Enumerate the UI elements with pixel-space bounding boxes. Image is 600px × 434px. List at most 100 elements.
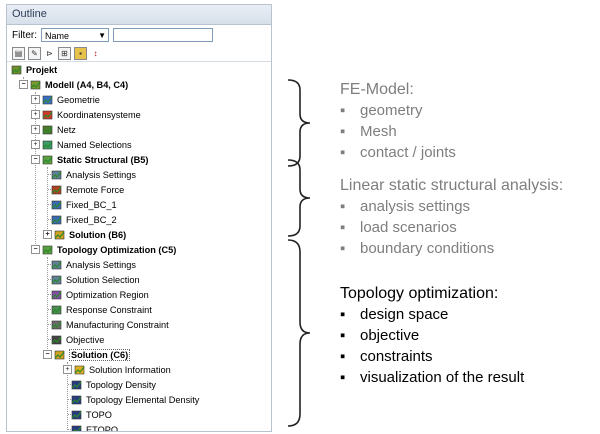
- bullet: ▪: [340, 123, 346, 140]
- tree-node-label: Objective: [66, 334, 105, 345]
- tree-node[interactable]: Solution Selection: [51, 272, 140, 287]
- group-fe-model: FE-Model: ▪ geometry ▪ Mesh ▪ contact / joi…: [340, 80, 456, 163]
- tree-node[interactable]: + Netz: [31, 122, 76, 137]
- properties-icon[interactable]: ✎: [28, 46, 41, 60]
- tree-node[interactable]: Optimization Region: [51, 287, 149, 302]
- bullet: ▪: [340, 240, 346, 257]
- expand-toggle-icon[interactable]: +: [31, 110, 40, 119]
- expand-toggle-icon[interactable]: +: [31, 125, 40, 134]
- objective-icon: [51, 334, 63, 345]
- brace-topology: [284, 238, 314, 428]
- list-item: ▪ objective: [340, 327, 420, 344]
- expand-icon[interactable]: ⊳: [44, 48, 55, 59]
- tree-node[interactable]: Response Constraint: [51, 302, 152, 317]
- tree-node[interactable]: Projekt: [11, 62, 57, 77]
- filter-label: Filter:: [12, 29, 37, 41]
- tree-node[interactable]: + Koordinatensysteme: [31, 107, 141, 122]
- tree-node[interactable]: TOPO: [71, 407, 112, 422]
- manufacturing-constraint-icon: [51, 319, 63, 330]
- chevron-down-icon: ▼: [98, 31, 106, 40]
- tree-node[interactable]: ETOPO: [71, 422, 118, 432]
- tree-node-label: Topology Elemental Density: [86, 394, 200, 405]
- tree-node[interactable]: + Geometrie: [31, 92, 100, 107]
- tree-node[interactable]: + Solution (B6): [43, 227, 126, 242]
- tree-node-label: Fixed_BC_2: [66, 214, 117, 225]
- filter-select-value: Name: [45, 31, 70, 41]
- tree-node[interactable]: Topology Elemental Density: [71, 392, 199, 407]
- response-constraint-icon: [51, 304, 63, 315]
- analysis-settings-icon: [51, 169, 63, 180]
- tree-connector: [47, 257, 48, 355]
- static-structural-icon: [42, 154, 54, 165]
- expand-toggle-icon[interactable]: +: [43, 230, 52, 239]
- bullet: ▪: [340, 306, 346, 323]
- collapse-toggle-icon[interactable]: −: [19, 80, 28, 89]
- result-icon: [71, 409, 83, 420]
- tree-node[interactable]: − Topology Optimization (C5): [31, 242, 176, 257]
- bullet: ▪: [340, 369, 346, 386]
- folder-icon[interactable]: ▪: [74, 46, 87, 60]
- filter-input[interactable]: [113, 28, 213, 42]
- tree-node[interactable]: Fixed_BC_2: [51, 212, 117, 227]
- panel-title: Outline: [7, 5, 271, 25]
- expand-toggle-icon[interactable]: +: [31, 140, 40, 149]
- tree-node[interactable]: Remote Force: [51, 182, 124, 197]
- filter-select[interactable]: Name ▼: [41, 28, 109, 42]
- tree-node[interactable]: − Static Structural (B5): [31, 152, 148, 167]
- collapse-toggle-icon[interactable]: −: [31, 155, 40, 164]
- tree-node[interactable]: Fixed_BC_1: [51, 197, 117, 212]
- tree-node-label: Response Constraint: [66, 304, 152, 315]
- tree-node-label: Optimization Region: [66, 289, 149, 300]
- tree-node-label: Geometrie: [57, 94, 100, 105]
- solution-information-icon: [74, 364, 86, 375]
- tree-node-label: Modell (A4, B4, C4): [45, 79, 129, 90]
- tree-node[interactable]: + Named Selections: [31, 137, 132, 152]
- tree-node[interactable]: Objective: [51, 332, 104, 347]
- brace-fe-model: [284, 78, 314, 168]
- sort-icon[interactable]: ↕: [90, 48, 101, 59]
- expand-toggle-icon[interactable]: +: [31, 95, 40, 104]
- solution-icon: [54, 229, 66, 240]
- group-heading: FE-Model:: [340, 81, 414, 98]
- list-item: ▪ boundary conditions: [340, 240, 495, 257]
- tree-node-label: Static Structural (B5): [57, 154, 149, 165]
- tree-node-label: Projekt: [26, 64, 58, 75]
- collapse-toggle-icon[interactable]: −: [31, 245, 40, 254]
- tree-node-label: Topology Optimization (C5): [57, 244, 177, 255]
- remote-force-icon: [51, 184, 63, 195]
- tree-node[interactable]: − Modell (A4, B4, C4): [19, 77, 128, 92]
- list-item: ▪ contact / joints: [340, 144, 456, 161]
- tree-node[interactable]: Analysis Settings: [51, 167, 136, 182]
- tree-node[interactable]: − Solution (C6): [43, 347, 131, 362]
- list-item: ▪ visualization of the result: [340, 369, 525, 386]
- tree-node-label: Solution Selection: [66, 274, 140, 285]
- tree-node-label: TOPO: [86, 409, 112, 420]
- expand-toggle-icon[interactable]: +: [63, 365, 72, 374]
- model-icon: [30, 79, 42, 90]
- tree-node[interactable]: Manufacturing Constraint: [51, 317, 169, 332]
- analysis-settings-icon: [51, 259, 63, 270]
- list-item: ▪ constraints: [340, 348, 433, 365]
- tree-node-label: Solution (B6): [69, 229, 127, 240]
- list-item: ▪ analysis settings: [340, 198, 471, 215]
- outline-panel: Outline Filter: Name ▼ ▤ ✎ ⊳ ⊞ ▪ ↕ Proje…: [6, 4, 272, 432]
- list-item: ▪ Mesh: [340, 123, 397, 140]
- bullet: ▪: [340, 327, 346, 344]
- bullet: ▪: [340, 102, 346, 119]
- bullet: ▪: [340, 348, 346, 365]
- tree-node[interactable]: Topology Density: [71, 377, 156, 392]
- collapse-icon[interactable]: ⊞: [58, 46, 71, 60]
- topology-density-icon: [71, 379, 83, 390]
- geometry-icon: [42, 94, 54, 105]
- group-topology: Topology optimization: ▪ design space ▪ ob…: [340, 284, 524, 388]
- tree-node-label: ETOPO: [86, 424, 118, 432]
- fixed-support-icon: [51, 214, 63, 225]
- tree-connector: [47, 167, 48, 235]
- list-item: ▪ geometry: [340, 102, 423, 119]
- coordinate-systems-icon: [42, 109, 54, 120]
- tree-node[interactable]: + Solution Information: [63, 362, 171, 377]
- tree-node[interactable]: Analysis Settings: [51, 257, 136, 272]
- tree-view-icon[interactable]: ▤: [12, 46, 25, 60]
- fixed-support-icon: [51, 199, 63, 210]
- collapse-toggle-icon[interactable]: −: [43, 350, 52, 359]
